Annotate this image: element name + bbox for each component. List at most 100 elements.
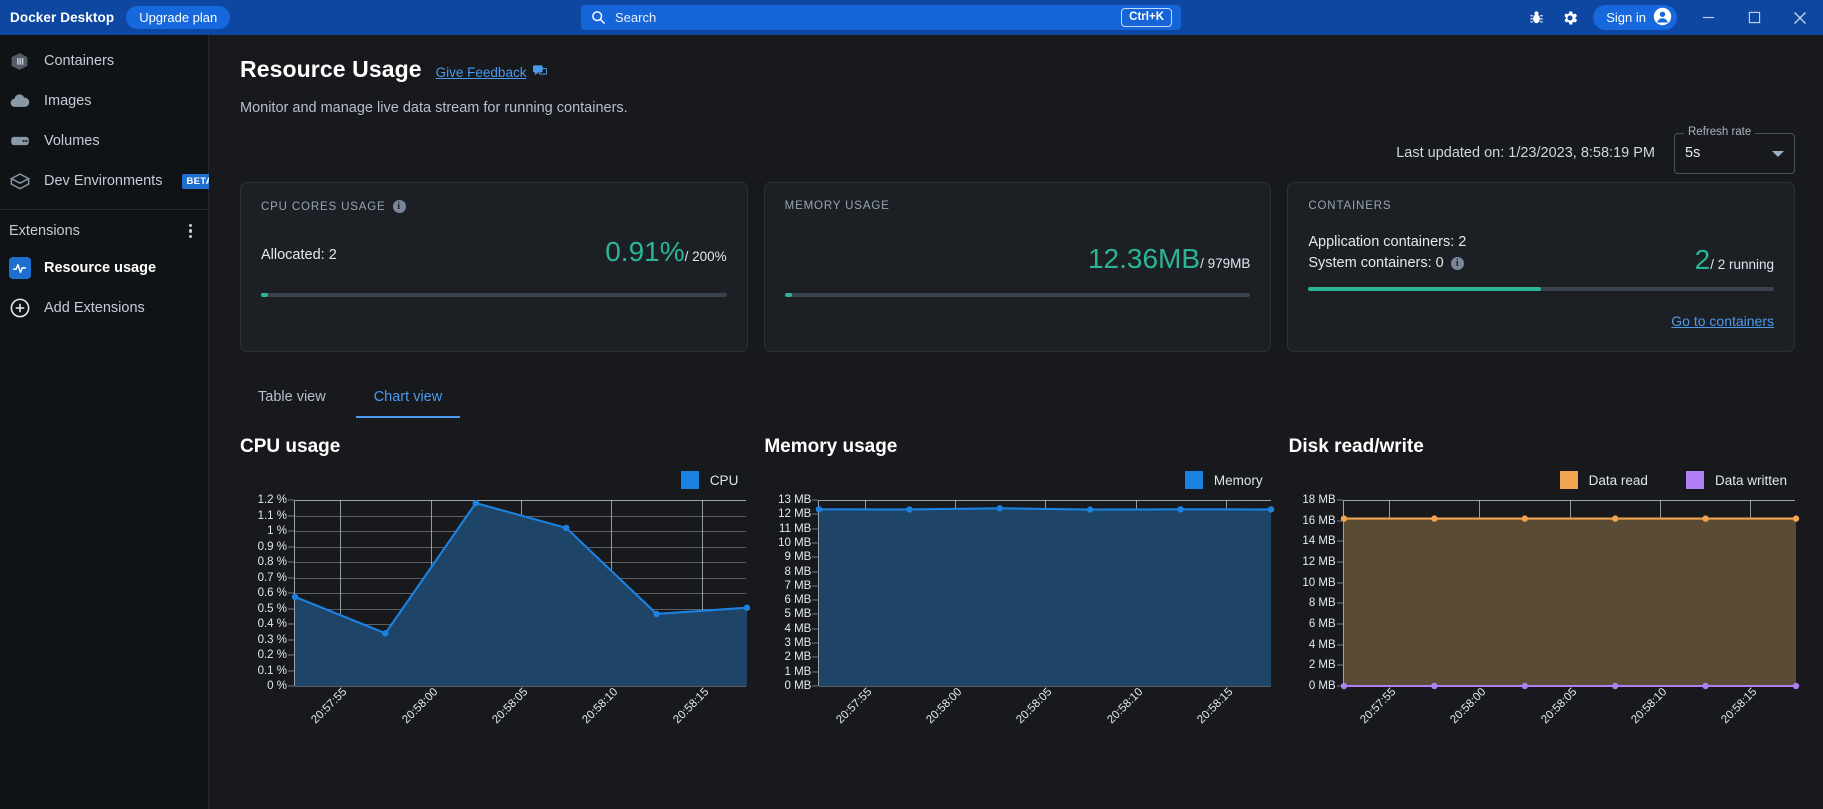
- chart-title: Memory usage: [764, 436, 1270, 458]
- chart-title: Disk read/write: [1289, 436, 1795, 458]
- legend-label: CPU: [710, 473, 739, 488]
- sidebar-item-resource-usage[interactable]: Resource usage: [0, 248, 208, 288]
- series-data-point[interactable]: [1792, 515, 1798, 521]
- minimize-button[interactable]: [1685, 0, 1731, 35]
- series-data-point[interactable]: [1521, 515, 1527, 521]
- page-title: Resource Usage: [240, 56, 422, 83]
- upgrade-plan-button[interactable]: Upgrade plan: [126, 6, 230, 29]
- memory-usage-value: 12.36MB: [1088, 243, 1200, 274]
- series-area: [295, 503, 747, 686]
- dev-environments-icon: [8, 170, 31, 193]
- images-icon: [8, 90, 31, 113]
- give-feedback-link[interactable]: Give Feedback: [436, 65, 548, 81]
- y-axis-tick-label: 6 MB: [784, 594, 811, 606]
- series-data-point[interactable]: [1340, 515, 1346, 521]
- view-tabs: Table view Chart view: [240, 376, 1795, 418]
- y-axis-tick-label: 2 MB: [784, 651, 811, 663]
- y-axis-tick-label: 0.2 %: [258, 649, 287, 661]
- search-input[interactable]: Search Ctrl+K: [581, 5, 1181, 30]
- memory-usage-total: / 979MB: [1200, 256, 1250, 271]
- x-axis-tick-label: 20:57:55: [1358, 686, 1398, 726]
- sign-in-button[interactable]: Sign in: [1593, 5, 1677, 30]
- bug-icon[interactable]: [1519, 0, 1553, 35]
- memory-usage-chart: Memory usage Memory 13 MB12 MB11 MB10 MB…: [764, 436, 1270, 715]
- series-data-point[interactable]: [1612, 515, 1618, 521]
- sidebar-item-dev-environments[interactable]: Dev Environments BETA: [0, 161, 208, 201]
- chart-grid: [294, 500, 746, 686]
- legend-entry[interactable]: Data written: [1686, 471, 1787, 489]
- search-icon: [591, 10, 606, 25]
- sidebar-item-label: Images: [44, 93, 92, 109]
- y-axis-tick-label: 11 MB: [779, 523, 811, 535]
- sidebar-item-add-extensions[interactable]: Add Extensions: [0, 288, 208, 328]
- x-axis-tick-label: 20:57:55: [834, 686, 874, 726]
- main-content: Resource Usage Give Feedback Monitor and…: [209, 35, 1823, 809]
- y-axis: 13 MB12 MB11 MB10 MB9 MB8 MB7 MB6 MB5 MB…: [764, 500, 818, 686]
- sidebar-item-containers[interactable]: Containers: [0, 41, 208, 81]
- y-axis-tick-label: 0.4 %: [258, 618, 287, 630]
- sidebar-item-images[interactable]: Images: [0, 81, 208, 121]
- x-axis-tick-label: 20:58:05: [1015, 686, 1055, 726]
- x-axis-tick-label: 20:58:10: [581, 686, 621, 726]
- memory-progress-bar: [785, 293, 1251, 297]
- legend-entry[interactable]: Memory: [1185, 471, 1263, 489]
- go-to-containers-link[interactable]: Go to containers: [1671, 313, 1774, 329]
- y-axis-tick-label: 10 MB: [778, 537, 811, 549]
- y-axis-tick-label: 7 MB: [784, 580, 811, 592]
- containers-icon: [8, 50, 31, 73]
- series-data-point[interactable]: [1431, 515, 1437, 521]
- summary-cards: CPU CORES USAGE i Allocated: 2 0.91%/ 20…: [240, 182, 1795, 352]
- x-axis-tick-label: 20:58:15: [1720, 686, 1760, 726]
- series-data-point[interactable]: [653, 611, 659, 617]
- titlebar-actions: Sign in: [1519, 0, 1823, 35]
- series-data-point[interactable]: [997, 505, 1003, 511]
- y-axis-tick-label: 0 MB: [1309, 680, 1336, 692]
- y-axis-tick-label: 3 MB: [784, 637, 811, 649]
- series-area: [819, 508, 1271, 686]
- series-data-point[interactable]: [473, 500, 479, 506]
- x-axis-tick-label: 20:58:00: [1449, 686, 1489, 726]
- gear-icon[interactable]: [1553, 0, 1587, 35]
- chart-grid: [818, 500, 1270, 686]
- series-data-point[interactable]: [1702, 515, 1708, 521]
- series-data-point[interactable]: [1178, 506, 1184, 512]
- legend-label: Data written: [1715, 473, 1787, 488]
- sidebar-extensions-header: Extensions: [0, 214, 208, 248]
- tab-chart-view[interactable]: Chart view: [356, 376, 461, 418]
- chart-series-layer: [295, 500, 747, 686]
- tab-table-view[interactable]: Table view: [240, 376, 344, 418]
- info-icon[interactable]: i: [393, 200, 406, 213]
- x-axis: 20:57:5520:58:0020:58:0520:58:1020:58:15: [294, 688, 746, 748]
- legend-entry[interactable]: CPU: [681, 471, 739, 489]
- chart-legend: Memory: [764, 470, 1270, 490]
- give-feedback-label: Give Feedback: [436, 65, 527, 80]
- refresh-row: Last updated on: 1/23/2023, 8:58:19 PM R…: [240, 130, 1795, 176]
- sidebar-item-label: Resource usage: [44, 260, 156, 276]
- y-axis-tick-label: 13 MB: [778, 494, 811, 506]
- card-title: MEMORY USAGE: [785, 200, 1251, 212]
- series-data-point[interactable]: [563, 525, 569, 531]
- kebab-menu-icon[interactable]: [185, 220, 196, 243]
- x-axis-tick-label: 20:57:55: [309, 686, 349, 726]
- legend-entry[interactable]: Data read: [1560, 471, 1648, 489]
- close-button[interactable]: [1777, 0, 1823, 35]
- refresh-rate-select[interactable]: Refresh rate 5s: [1674, 133, 1795, 174]
- series-data-point[interactable]: [1087, 506, 1093, 512]
- y-axis-tick-label: 0.3 %: [258, 634, 287, 646]
- containers-progress-fill: [1308, 287, 1541, 291]
- series-data-point[interactable]: [292, 594, 298, 600]
- memory-usage-card: MEMORY USAGE 12.36MB/ 979MB: [764, 182, 1272, 352]
- maximize-button[interactable]: [1731, 0, 1777, 35]
- info-icon[interactable]: i: [1451, 257, 1464, 270]
- x-axis-tick-label: 20:58:10: [1629, 686, 1669, 726]
- y-axis: 18 MB16 MB14 MB12 MB10 MB8 MB6 MB4 MB2 M…: [1289, 500, 1343, 686]
- series-data-point[interactable]: [816, 506, 822, 512]
- sidebar-item-volumes[interactable]: Volumes: [0, 121, 208, 161]
- extensions-label: Extensions: [9, 223, 80, 239]
- series-data-point[interactable]: [744, 605, 750, 611]
- y-axis-tick-label: 1.1 %: [258, 510, 287, 522]
- series-data-point[interactable]: [1268, 506, 1274, 512]
- series-data-point[interactable]: [907, 506, 913, 512]
- series-data-point[interactable]: [382, 630, 388, 636]
- series-line: [819, 508, 1271, 509]
